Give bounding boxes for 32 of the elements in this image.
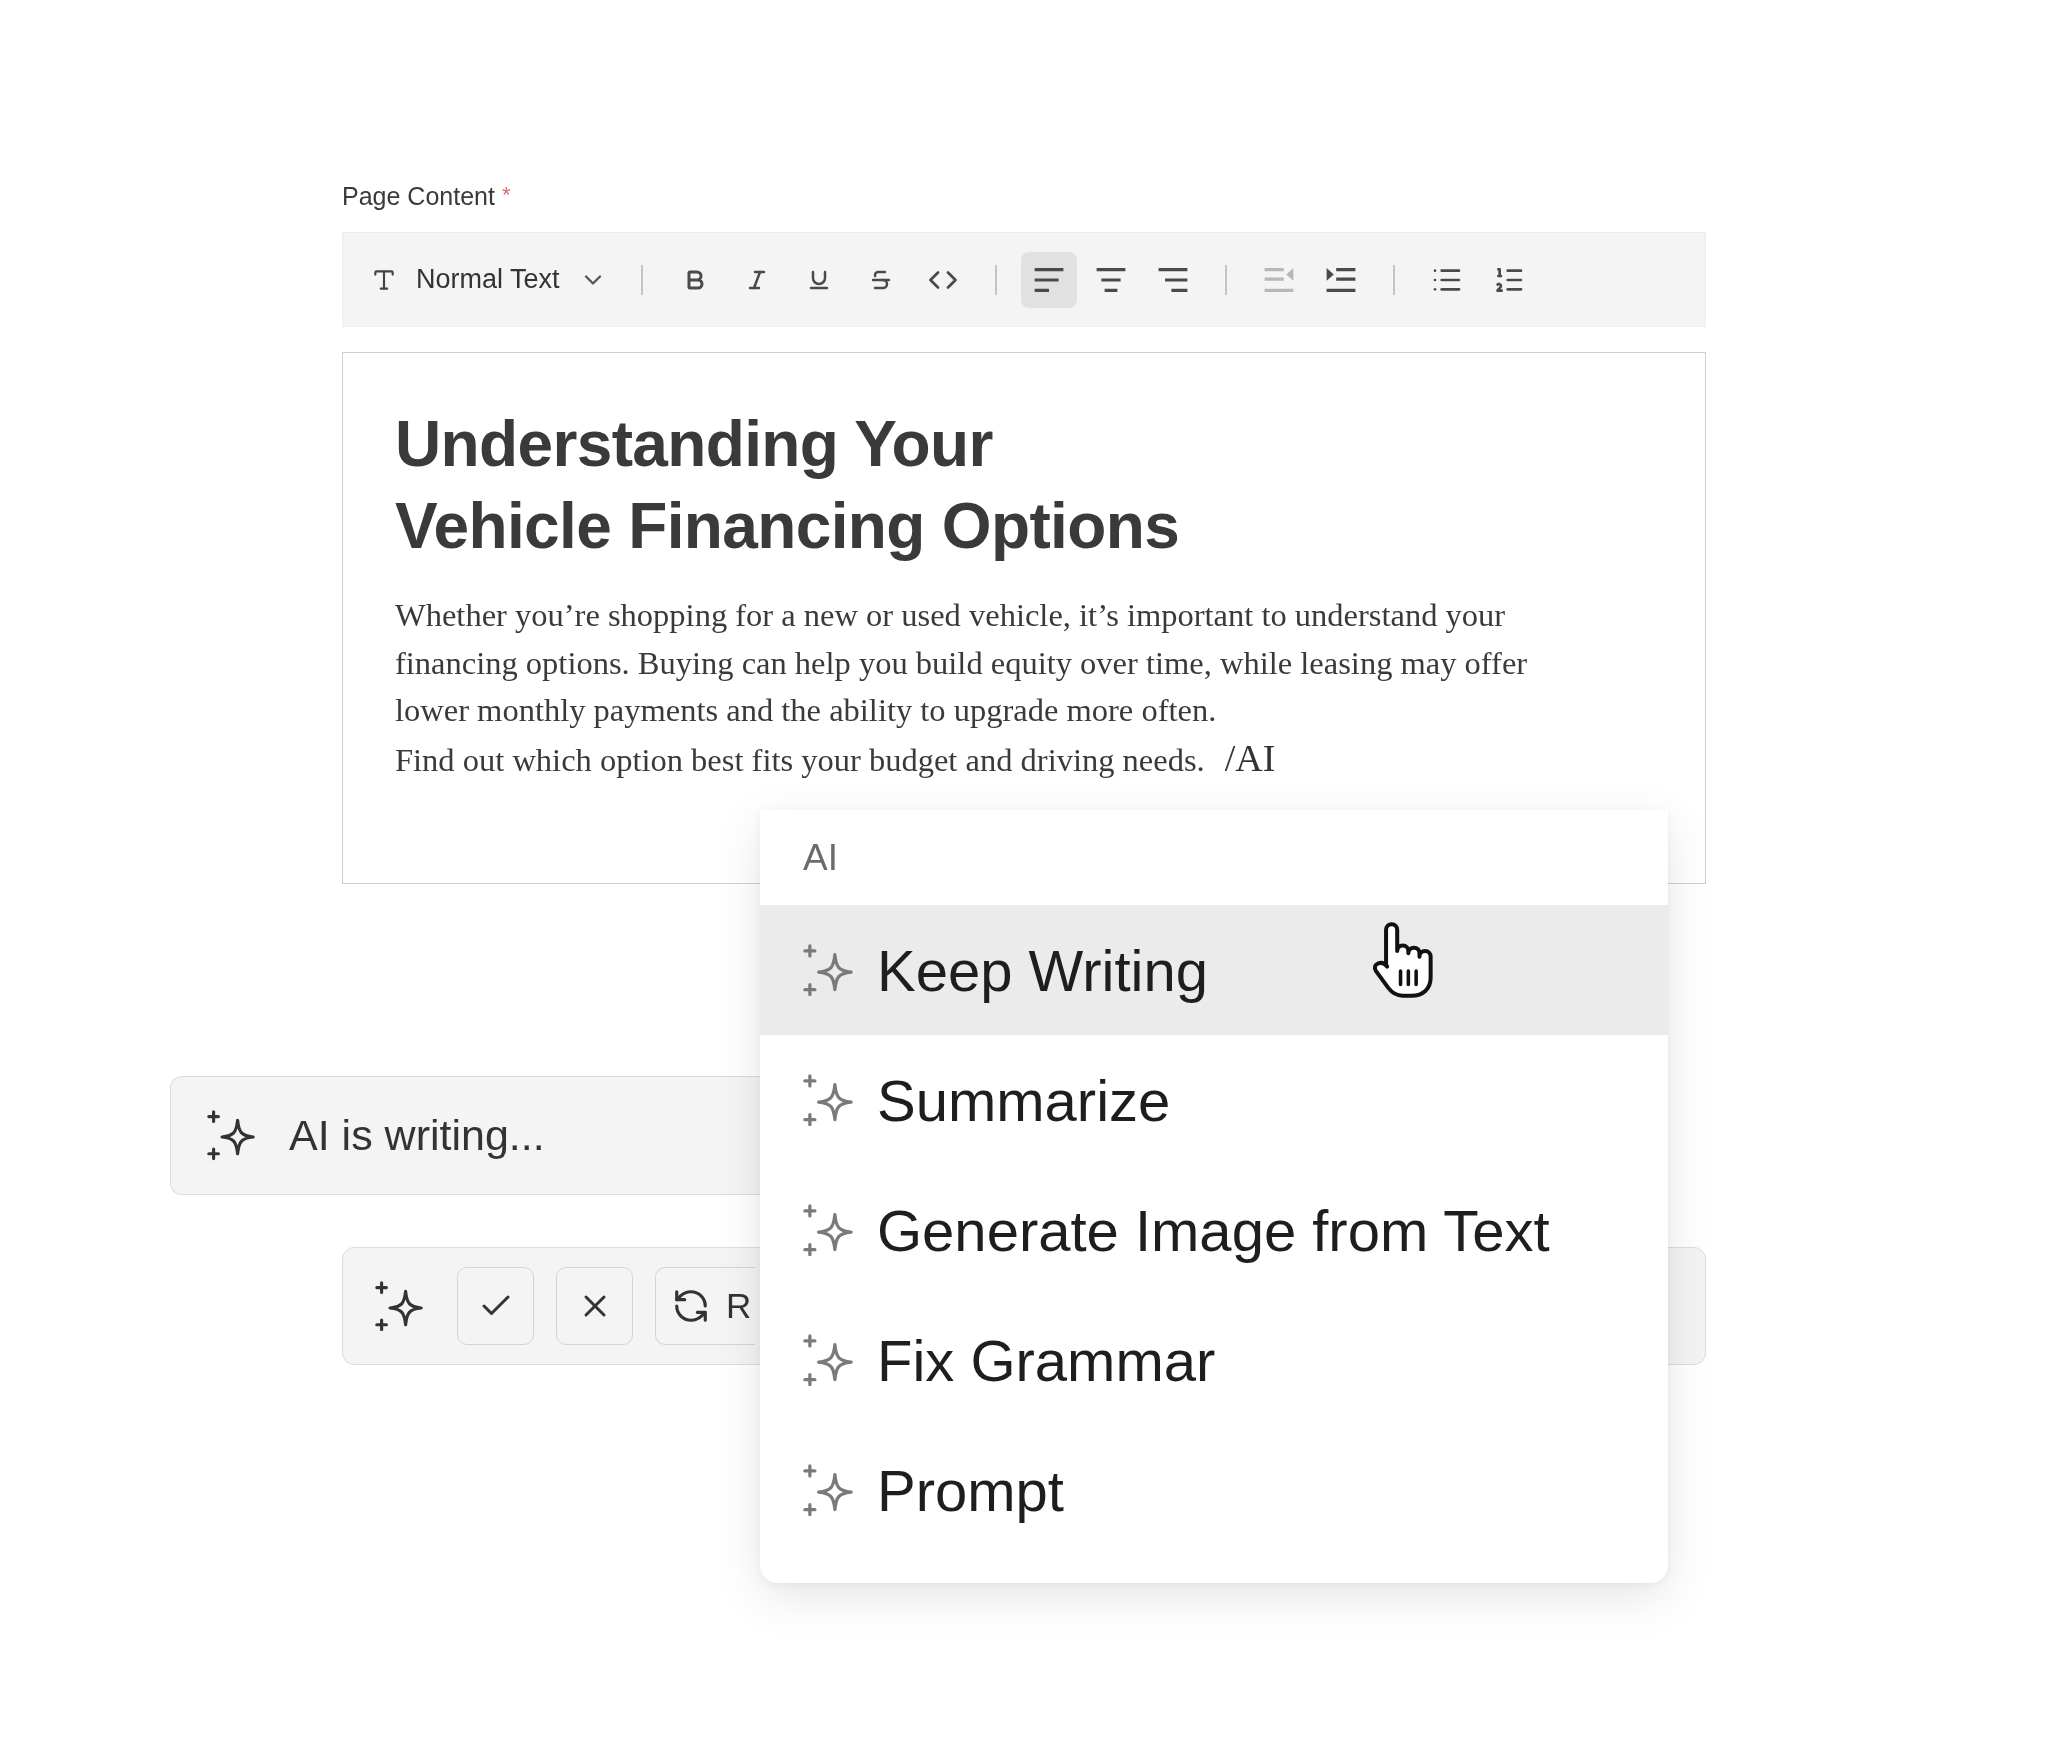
required-mark: * [501,182,511,208]
align-left-button[interactable] [1020,251,1077,308]
menu-item[interactable]: Summarize [760,1035,1668,1165]
sparkle-icon [803,1203,853,1257]
align-left-icon [1032,265,1065,294]
text-style-dropdown[interactable]: Normal Text [371,251,617,308]
indent-icon [1324,265,1357,294]
editor-field[interactable] [342,352,1706,884]
align-center-icon [1094,265,1127,294]
accept-button[interactable] [457,1267,534,1345]
sparkle-icon [803,943,853,997]
sparkle-icon [207,1110,255,1161]
refresh-icon [672,1287,710,1325]
paragraph-text: Find out which option best fits your budget and driving needs. [395,741,1205,778]
outdent-icon [1262,265,1295,294]
menu-header: AI [803,836,838,879]
slash-command: /AI [1224,736,1276,779]
field-label: Page Content [342,181,495,211]
article-heading: Understanding Your Vehicle Financing Options [395,407,1181,564]
menu-item[interactable]: Generate Image from Text [760,1165,1668,1295]
sparkle-icon [803,1333,853,1387]
sparkle-icon [375,1280,423,1332]
status-text: AI is writing... [289,1111,545,1160]
menu-item[interactable]: Prompt [760,1425,1668,1555]
reject-button[interactable] [556,1267,633,1345]
sparkle-icon [803,1463,853,1517]
paragraph-text: Whether you’re shopping for a new or used vehicle, it’s important to understand your financing options. Buying can help you build equity over time, while leasing may offer lower monthly payments and the ability to upgrade more often. [395,596,1529,730]
regenerate-button[interactable]: R [655,1267,756,1345]
menu-item[interactable]: Fix Grammar [760,1295,1668,1425]
align-right-icon [1156,265,1189,294]
menu-item[interactable]: Keep Writing [760,905,1668,1035]
sparkle-icon [803,1073,853,1127]
